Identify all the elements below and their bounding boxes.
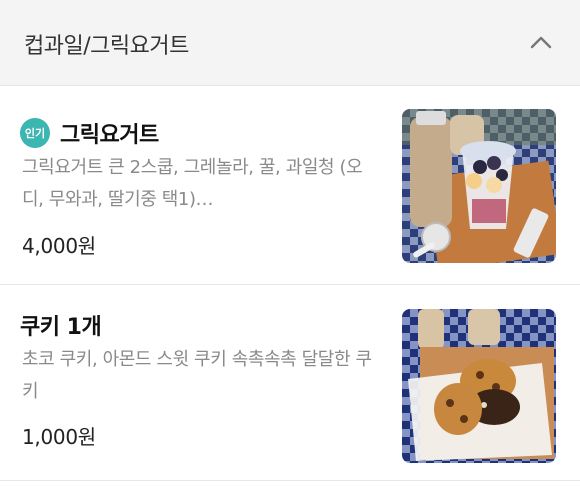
section-header[interactable]: 컵과일/그릭요거트 <box>0 0 580 86</box>
item-description: 그릭요거트 큰 2스쿱, 그레놀라, 꿀, 과일청 (오디, 무와과, 딸기중 … <box>22 157 363 210</box>
item-price: 4,000원 <box>22 234 96 258</box>
menu-item-greek-yogurt[interactable]: 인기 그릭요거트 그릭요거트 큰 2스쿱, 그레놀라, 꿀, 과일청 (오디, … <box>0 86 580 285</box>
greek-yogurt-photo[interactable] <box>402 109 556 263</box>
menu-item-cookie[interactable]: 쿠키 1개 초코 쿠키, 아몬드 스윗 쿠키 속촉속촉 달달한 쿠키 1,000… <box>0 285 580 481</box>
item-price: 1,000원 <box>22 425 96 449</box>
chevron-up-icon[interactable] <box>528 30 554 56</box>
item-name-row: 쿠키 1개 <box>20 309 102 341</box>
item-name-row: 인기 그릭요거트 <box>20 117 159 149</box>
section-title: 컵과일/그릭요거트 <box>24 34 189 59</box>
cookie-photo[interactable] <box>402 309 556 463</box>
popular-badge: 인기 <box>20 118 50 148</box>
item-name: 그릭요거트 <box>60 123 159 148</box>
item-name: 쿠키 1개 <box>20 315 102 340</box>
item-description: 초코 쿠키, 아몬드 스윗 쿠키 속촉속촉 달달한 쿠키 <box>22 349 372 402</box>
